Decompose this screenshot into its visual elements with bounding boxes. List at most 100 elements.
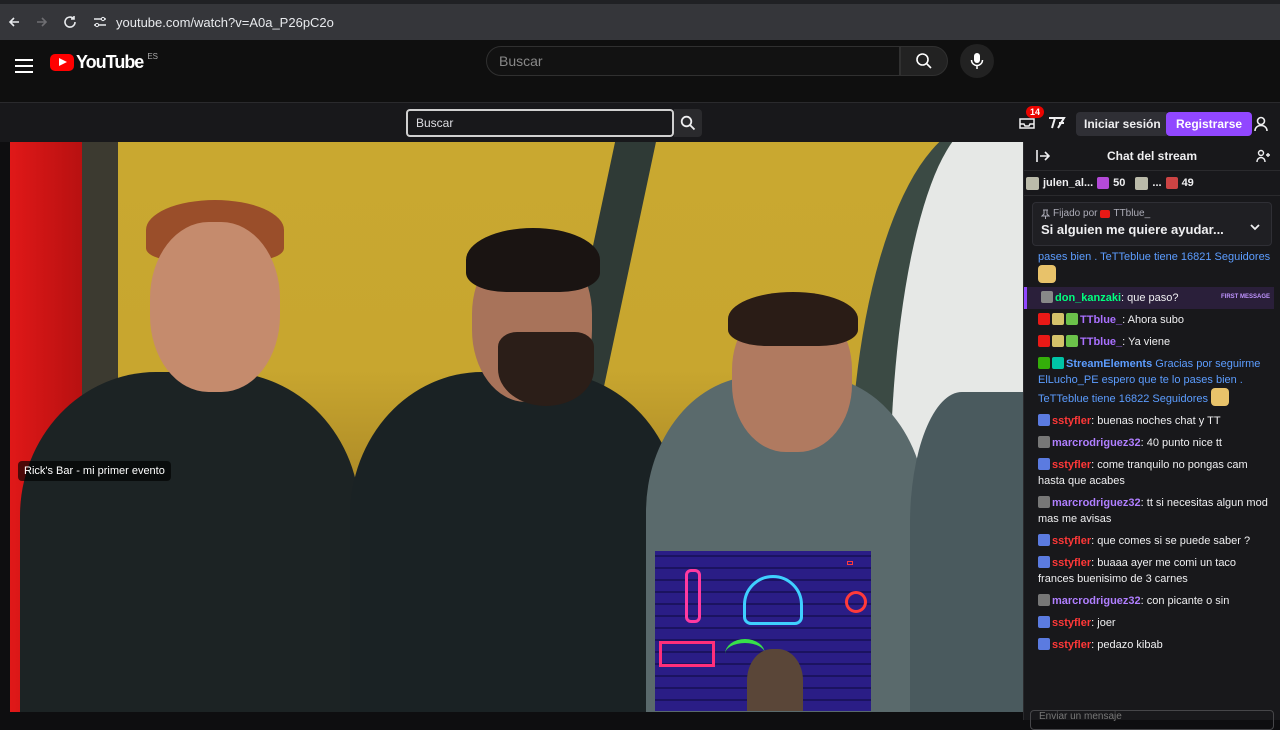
broadcaster-badge-icon — [1100, 209, 1111, 218]
youtube-logo-text: YouTube — [76, 52, 144, 72]
streamer-avatar — [747, 649, 803, 711]
chat-text: : 40 punto nice tt — [1140, 437, 1222, 449]
user-badge-icon — [1038, 594, 1050, 606]
chat-message: marcrodriguez32: tt si necesitas algun m… — [1038, 492, 1274, 530]
youtube-header: YouTube ES Buscar — [0, 40, 1280, 102]
chat-message: sstyfler: buenas noches chat y TT — [1038, 410, 1274, 432]
chat-username[interactable]: sstyfler — [1052, 617, 1091, 629]
user-badge-icon — [1038, 436, 1050, 448]
url-text: youtube.com/watch?v=A0a_P26pC2o — [116, 14, 334, 30]
site-settings-icon[interactable] — [92, 14, 108, 30]
chat-text: : con picante o sin — [1140, 595, 1230, 607]
address-bar[interactable]: youtube.com/watch?v=A0a_P26pC2o — [92, 8, 334, 36]
gift-leaderboard[interactable]: julen_al... 50 ... 49 — [1024, 171, 1280, 196]
prime-crown-icon[interactable] — [1047, 113, 1067, 133]
chat-message: TTblue_: Ahora subo — [1038, 309, 1274, 331]
chat-username[interactable]: marcrodriguez32 — [1052, 497, 1141, 509]
person-2-beard — [498, 332, 594, 406]
youtube-logo[interactable]: YouTube ES — [50, 52, 158, 73]
person-1-body — [20, 372, 360, 712]
user-badge-icon — [1041, 291, 1053, 303]
search-icon — [680, 115, 696, 131]
chat-username[interactable]: marcrodriguez32 — [1052, 437, 1141, 449]
chat-username[interactable]: marcrodriguez32 — [1052, 595, 1141, 607]
collapse-chat-icon[interactable] — [1036, 149, 1050, 163]
twitch-topbar: Buscar 14 Iniciar sesión Registrarse — [0, 102, 1280, 142]
chat-text: : joer — [1091, 617, 1116, 629]
webcam-overlay — [655, 551, 871, 711]
twitch-search-input[interactable]: Buscar — [406, 109, 674, 137]
video-player[interactable] — [10, 142, 1023, 712]
community-icon[interactable] — [1256, 149, 1270, 163]
user-menu-icon[interactable] — [1252, 115, 1270, 133]
leader-value: 50 — [1113, 177, 1126, 189]
chat-username[interactable]: sstyfler — [1052, 415, 1091, 427]
person-1-head — [150, 222, 280, 392]
pinned-text: Si alguien me quiere ayudar... — [1041, 222, 1224, 237]
hamburger-menu-icon[interactable] — [14, 58, 34, 74]
person-2-body — [350, 372, 680, 712]
chat-header: Chat del stream — [1024, 142, 1280, 171]
arrow-right-icon — [37, 17, 48, 27]
login-button[interactable]: Iniciar sesión — [1076, 112, 1169, 136]
back-button[interactable] — [0, 8, 28, 36]
chat-username[interactable]: TTblue_ — [1080, 336, 1122, 348]
reload-button[interactable] — [56, 8, 84, 36]
chat-username[interactable]: sstyfler — [1052, 459, 1091, 471]
twitch-search-button[interactable] — [674, 109, 702, 137]
chevron-down-icon[interactable] — [1249, 221, 1261, 233]
chat-message: marcrodriguez32: 40 punto nice tt — [1038, 432, 1274, 454]
neon-cherry-icon — [845, 591, 867, 613]
arrow-left-icon — [8, 17, 19, 27]
mod-sword-icon — [1066, 335, 1078, 347]
pinned-by-user: TTblue_ — [1113, 208, 1151, 219]
chat-message: pases bien . TeTTeblue tiene 16821 Segui… — [1038, 246, 1274, 287]
chat-message-first: FIRST MESSAGE don_kanzaki: que paso? — [1024, 287, 1274, 309]
sub-badge-icon — [1038, 556, 1050, 568]
chat-message: TTblue_: Ya viene — [1038, 331, 1274, 353]
youtube-search-button[interactable] — [900, 46, 948, 76]
leader-name: julen_al... — [1043, 177, 1094, 189]
chat-text: : buenas noches chat y TT — [1091, 415, 1221, 427]
leader-avatar — [1135, 176, 1149, 190]
mod-badge-icon — [1038, 357, 1050, 369]
leader-avatar — [1026, 176, 1039, 190]
chat-message: sstyfler: que comes si se puede saber ? — [1038, 530, 1274, 552]
chat-text: : que paso? — [1121, 292, 1179, 304]
chat-message: sstyfler: buaaa ayer me comi un taco fra… — [1038, 552, 1274, 590]
sub-badge-icon — [1052, 335, 1064, 347]
chat-username[interactable]: StreamElements — [1066, 358, 1152, 370]
search-icon — [916, 53, 932, 69]
browser-toolbar: youtube.com/watch?v=A0a_P26pC2o — [0, 0, 1280, 40]
chat-text: : pedazo kibab — [1091, 639, 1163, 651]
verified-bot-icon — [1052, 357, 1064, 369]
youtube-search-input[interactable]: Buscar — [486, 46, 900, 76]
user-badge-icon — [1038, 496, 1050, 508]
chat-message: marcrodriguez32: con picante o sin — [1038, 590, 1274, 612]
chat-messages: pases bien . TeTTeblue tiene 16821 Segui… — [1024, 246, 1280, 656]
person-4-body — [910, 392, 1023, 712]
chat-text: : Ahora subo — [1122, 314, 1184, 326]
neon-bottle-icon — [685, 569, 701, 623]
video-title-overlay: Rick's Bar - mi primer evento — [18, 461, 171, 481]
voice-search-button[interactable] — [960, 44, 994, 78]
chat-username[interactable]: don_kanzaki — [1055, 292, 1121, 304]
register-button[interactable]: Registrarse — [1166, 112, 1253, 136]
chat-input[interactable]: Enviar un mensaje — [1030, 710, 1274, 730]
chat-title: Chat del stream — [1106, 149, 1198, 163]
region-code: ES — [147, 52, 158, 61]
forward-button[interactable] — [28, 8, 56, 36]
chat-username[interactable]: sstyfler — [1052, 557, 1091, 569]
microphone-icon — [970, 53, 984, 69]
chat-username[interactable]: TTblue_ — [1080, 314, 1122, 326]
chat-username[interactable]: sstyfler — [1052, 535, 1091, 547]
person-2-hair — [466, 228, 600, 292]
chat-username[interactable]: sstyfler — [1052, 639, 1091, 651]
chat-message: StreamElements Gracias por seguirme ElLu… — [1038, 353, 1274, 410]
broadcaster-badge-icon — [1038, 313, 1050, 325]
pinned-by: Fijado por TTblue_ — [1041, 208, 1263, 219]
pinned-message[interactable]: Fijado por TTblue_ Si alguien me quiere … — [1032, 202, 1272, 246]
chat-message: sstyfler: pedazo kibab — [1038, 634, 1274, 656]
leader-value: 49 — [1181, 177, 1194, 189]
sub-badge-icon — [1052, 313, 1064, 325]
